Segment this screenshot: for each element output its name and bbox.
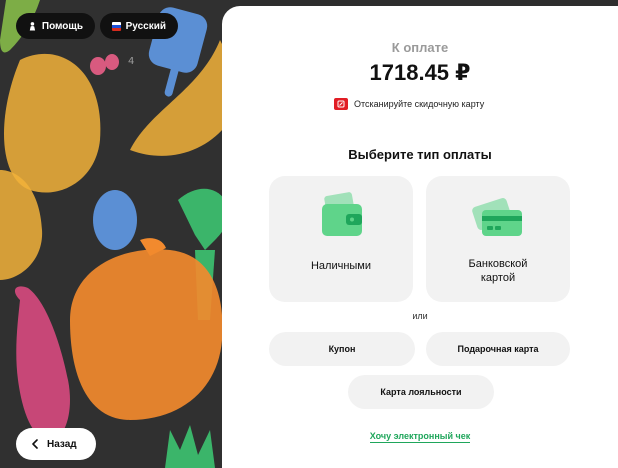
or-separator: или — [412, 311, 428, 321]
coupon-button[interactable]: Купон — [269, 332, 415, 366]
payment-amount: 1718.45 ₽ — [369, 60, 471, 85]
decorative-art-panel: 4 Помощь Русский Назад — [0, 0, 230, 468]
payment-title: К оплате — [391, 40, 449, 55]
back-button[interactable]: Назад — [16, 428, 96, 460]
discount-card-icon — [334, 98, 348, 110]
russian-flag-icon — [112, 21, 121, 31]
cash-payment-button[interactable]: Наличными — [269, 176, 413, 302]
person-icon — [29, 21, 36, 30]
payment-panel: К оплате 1718.45 ₽ Отсканируйте скидочну… — [222, 6, 618, 468]
scan-discount-card[interactable]: Отсканируйте скидочную карту — [334, 98, 484, 110]
payment-type-title: Выберите тип оплаты — [348, 147, 492, 162]
scan-discount-label: Отсканируйте скидочную карту — [354, 99, 485, 109]
bank-card-payment-button[interactable]: Банковской картой — [426, 176, 570, 302]
loyalty-card-button[interactable]: Карта лояльности — [348, 375, 494, 409]
bank-card-icon — [426, 190, 570, 249]
e-receipt-row: Хочу электронный чек — [222, 426, 618, 444]
bank-card-label-line2: картой — [480, 272, 516, 284]
vegetables-illustration: 4 — [0, 0, 230, 468]
language-button[interactable]: Русский — [100, 13, 178, 39]
bank-card-label: Банковской картой — [426, 257, 570, 285]
gift-card-button[interactable]: Подарочная карта — [426, 332, 570, 366]
wallet-icon — [269, 190, 413, 249]
bank-card-label-line1: Банковской — [468, 258, 528, 270]
help-label: Помощь — [41, 20, 83, 32]
chevron-left-icon — [32, 439, 38, 449]
cash-label: Наличными — [310, 260, 372, 272]
svg-text:4: 4 — [128, 56, 134, 67]
language-label: Русский — [125, 20, 166, 32]
e-receipt-link[interactable]: Хочу электронный чек — [369, 431, 471, 443]
back-label: Назад — [47, 438, 77, 450]
help-button[interactable]: Помощь — [16, 13, 95, 39]
